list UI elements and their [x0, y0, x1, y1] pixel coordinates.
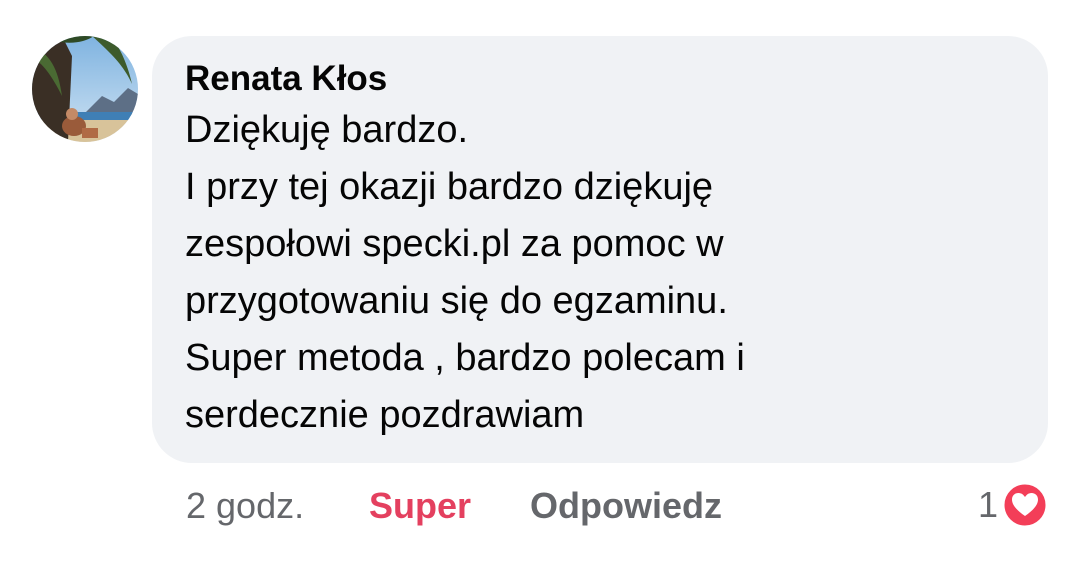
comment-actions: 2 godz. Super Odpowiedz 1 — [0, 478, 1079, 534]
comment-text-line: Super metoda , bardzo polecam i — [185, 337, 745, 379]
comment-text-line: Dziękuję bardzo. — [185, 109, 469, 151]
comment-text-line: I przy tej okazji bardzo dziękuję — [185, 166, 714, 208]
heart-icon — [1001, 481, 1049, 529]
comment-text-line: zespołowi specki.pl za pomoc w — [185, 223, 724, 265]
comment-text: Dziękuję bardzo. I przy tej okazji bardz… — [185, 102, 1018, 444]
reaction-summary[interactable]: 1 — [978, 480, 1049, 530]
avatar[interactable] — [32, 36, 138, 142]
reply-button[interactable]: Odpowiedz — [530, 484, 722, 528]
reaction-count: 1 — [977, 484, 998, 525]
comment: Renata Kłos Dziękuję bardzo. I przy tej … — [0, 0, 1079, 565]
comment-author[interactable]: Renata Kłos — [185, 58, 1018, 100]
comment-timestamp[interactable]: 2 godz. — [186, 484, 304, 528]
react-button[interactable]: Super — [369, 484, 471, 528]
comment-text-line: serdecznie pozdrawiam — [185, 394, 585, 436]
comment-text-line: przygotowaniu się do egzaminu. — [185, 280, 728, 322]
avatar-beach-photo — [32, 36, 138, 142]
comment-bubble: Renata Kłos Dziękuję bardzo. I przy tej … — [152, 36, 1048, 463]
